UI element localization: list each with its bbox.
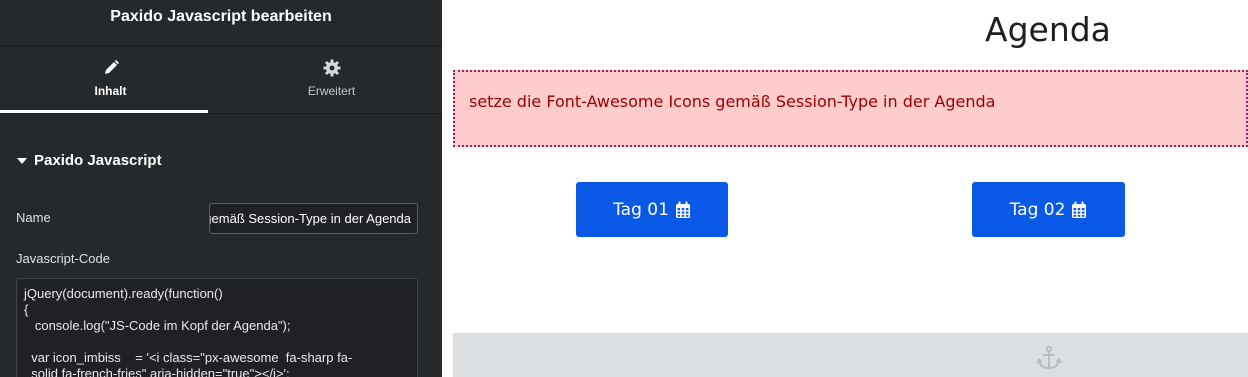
section-title: Paxido Javascript — [34, 152, 162, 169]
day-01-button[interactable]: Tag 01 — [576, 182, 728, 237]
day-01-label: Tag 01 — [613, 199, 669, 220]
script-alert-box[interactable]: setze die Font-Awesome Icons gemäß Sessi… — [453, 70, 1248, 147]
gear-icon — [322, 58, 342, 78]
panel-tabs: Inhalt Erweitert — [0, 46, 442, 114]
name-field-label: Name — [16, 210, 51, 225]
footer-section — [453, 333, 1248, 377]
active-tab-indicator — [0, 110, 208, 113]
day-02-label: Tag 02 — [1009, 199, 1066, 220]
name-field-value: setze die Font-Awesome Icons gemäß Sessi… — [210, 211, 411, 226]
pencil-icon — [101, 58, 121, 78]
day-02-button[interactable]: Tag 02 — [972, 182, 1125, 237]
code-field-label: Javascript-Code — [16, 251, 110, 266]
tab-inhalt[interactable]: Inhalt — [0, 46, 221, 113]
tab-inhalt-label: Inhalt — [94, 83, 127, 98]
section-toggle[interactable]: Paxido Javascript — [17, 152, 162, 169]
calendar-icon — [1071, 201, 1087, 219]
alert-text: setze die Font-Awesome Icons gemäß Sessi… — [469, 92, 996, 111]
calendar-icon — [675, 201, 691, 219]
anchor-icon — [1036, 345, 1062, 376]
caret-down-icon — [17, 157, 27, 164]
panel-title: Paxido Javascript bearbeiten — [110, 7, 332, 25]
javascript-code-editor[interactable]: jQuery(document).ready(function() { cons… — [16, 278, 418, 377]
name-field[interactable]: setze die Font-Awesome Icons gemäß Sessi… — [209, 203, 418, 234]
page-preview — [442, 0, 1248, 377]
tab-erweitert-label: Erweitert — [307, 83, 356, 98]
page-title: Agenda — [985, 10, 1111, 49]
panel-header: Paxido Javascript bearbeiten — [0, 0, 442, 46]
tab-erweitert[interactable]: Erweitert — [221, 46, 442, 113]
editor-panel: Paxido Javascript bearbeiten Inhalt Erwe… — [0, 0, 442, 377]
